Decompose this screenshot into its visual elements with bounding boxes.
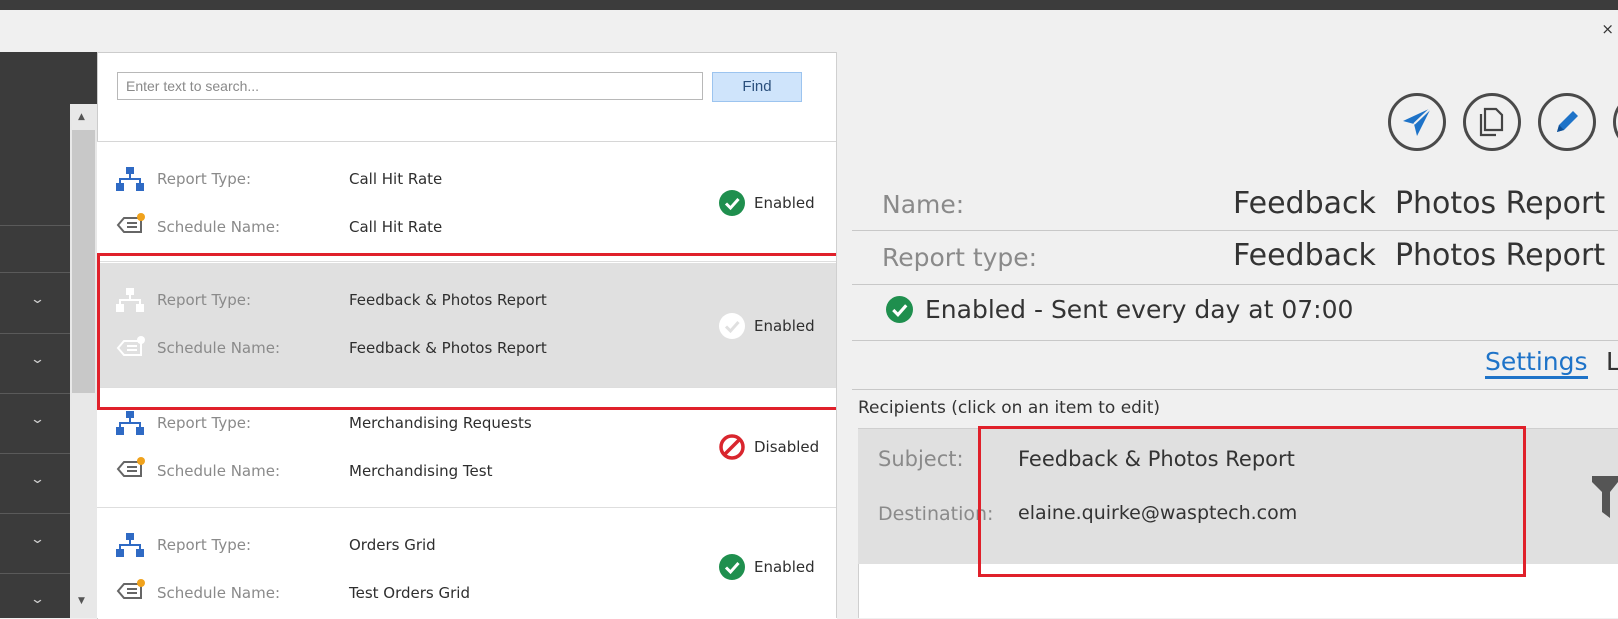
list-item[interactable]: Report Type: Call Hit Rate Schedule Name… (97, 142, 836, 262)
name-value: Feedback Photos Report (1233, 186, 1606, 221)
recipients-title: Recipients (click on an item to edit) (858, 398, 1160, 418)
schedule-name-value: Merchandising Test (349, 462, 493, 480)
schedule-name-label: Schedule Name: (157, 218, 281, 236)
report-type-value: Orders Grid (349, 536, 436, 554)
report-type-icon (116, 167, 144, 191)
nav-divider (0, 333, 70, 334)
window-top-bar (0, 0, 1618, 10)
report-type-label: Report Type: (157, 536, 251, 554)
subject-label: Subject: (878, 447, 964, 471)
copy-button[interactable] (1463, 93, 1521, 151)
scroll-down-arrow-icon[interactable]: ▼ (78, 596, 85, 606)
send-icon (1403, 107, 1432, 136)
schedule-tag-icon (116, 213, 145, 233)
divider (852, 230, 1618, 231)
find-button[interactable]: Find (712, 72, 802, 102)
search-input[interactable]: Enter text to search... (117, 72, 703, 100)
status-badge: Enabled (719, 190, 815, 216)
chevron-down-icon[interactable]: ⌄ (30, 292, 45, 307)
report-type-label: Report Type: (157, 170, 251, 188)
highlight-box (978, 426, 1526, 577)
divider (852, 389, 1618, 390)
report-type-value: Merchandising Requests (349, 414, 532, 432)
report-type-label: Report type: (882, 243, 1038, 272)
list-item[interactable]: Report Type: Orders Grid Schedule Name: … (97, 508, 836, 618)
status-text: Enabled (754, 194, 815, 212)
status-text: Disabled (754, 438, 820, 456)
nav-divider (0, 453, 70, 454)
schedule-status: Enabled - Sent every day at 07:00 (886, 295, 1353, 324)
close-icon[interactable]: × (1601, 20, 1614, 38)
report-type-icon (116, 533, 144, 557)
report-type-label: Report Type: (157, 414, 251, 432)
schedule-name-value: Test Orders Grid (349, 584, 470, 602)
status-badge: Disabled (719, 434, 819, 460)
divider (852, 284, 1618, 285)
chevron-down-icon[interactable]: ⌄ (30, 352, 45, 367)
schedule-tag-icon (116, 457, 145, 477)
schedule-status-text: Enabled - Sent every day at 07:00 (925, 295, 1354, 324)
nav-divider (0, 225, 70, 226)
check-circle-icon (719, 554, 745, 580)
report-type-value: Feedback Photos Report (1233, 238, 1606, 273)
filter-icon[interactable] (1592, 476, 1618, 518)
destination-label: Destination: (878, 503, 994, 525)
disabled-icon (719, 434, 745, 460)
schedule-name-label: Schedule Name: (157, 462, 281, 480)
highlight-box (97, 253, 848, 410)
status-text: Enabled (754, 558, 815, 576)
report-type-value: Call Hit Rate (349, 170, 443, 188)
nav-divider (0, 573, 70, 574)
name-label: Name: (882, 190, 965, 219)
title-strip (0, 10, 1618, 50)
nav-divider (0, 393, 70, 394)
chevron-down-icon[interactable]: ⌄ (30, 592, 45, 607)
nav-divider (0, 272, 70, 273)
edit-button[interactable] (1538, 93, 1596, 151)
schedule-name-label: Schedule Name: (157, 584, 281, 602)
check-circle-icon (886, 296, 913, 323)
send-button[interactable] (1388, 93, 1446, 151)
tab-logs[interactable]: Lc (1606, 347, 1618, 376)
schedule-tag-icon (116, 579, 145, 599)
chevron-down-icon[interactable]: ⌄ (30, 412, 45, 427)
scroll-up-arrow-icon[interactable]: ▲ (78, 112, 85, 122)
nav-scrollbar-thumb[interactable] (72, 130, 95, 393)
report-type-icon (116, 411, 144, 435)
schedule-name-value: Call Hit Rate (349, 218, 443, 236)
chevron-down-icon[interactable]: ⌄ (30, 532, 45, 547)
check-circle-icon (719, 190, 745, 216)
copy-icon (1479, 107, 1504, 137)
chevron-down-icon[interactable]: ⌄ (30, 472, 45, 487)
tab-settings[interactable]: Settings (1485, 347, 1588, 379)
edit-icon (1557, 111, 1578, 132)
nav-divider (0, 513, 70, 514)
divider (852, 340, 1618, 341)
status-badge: Enabled (719, 554, 815, 580)
